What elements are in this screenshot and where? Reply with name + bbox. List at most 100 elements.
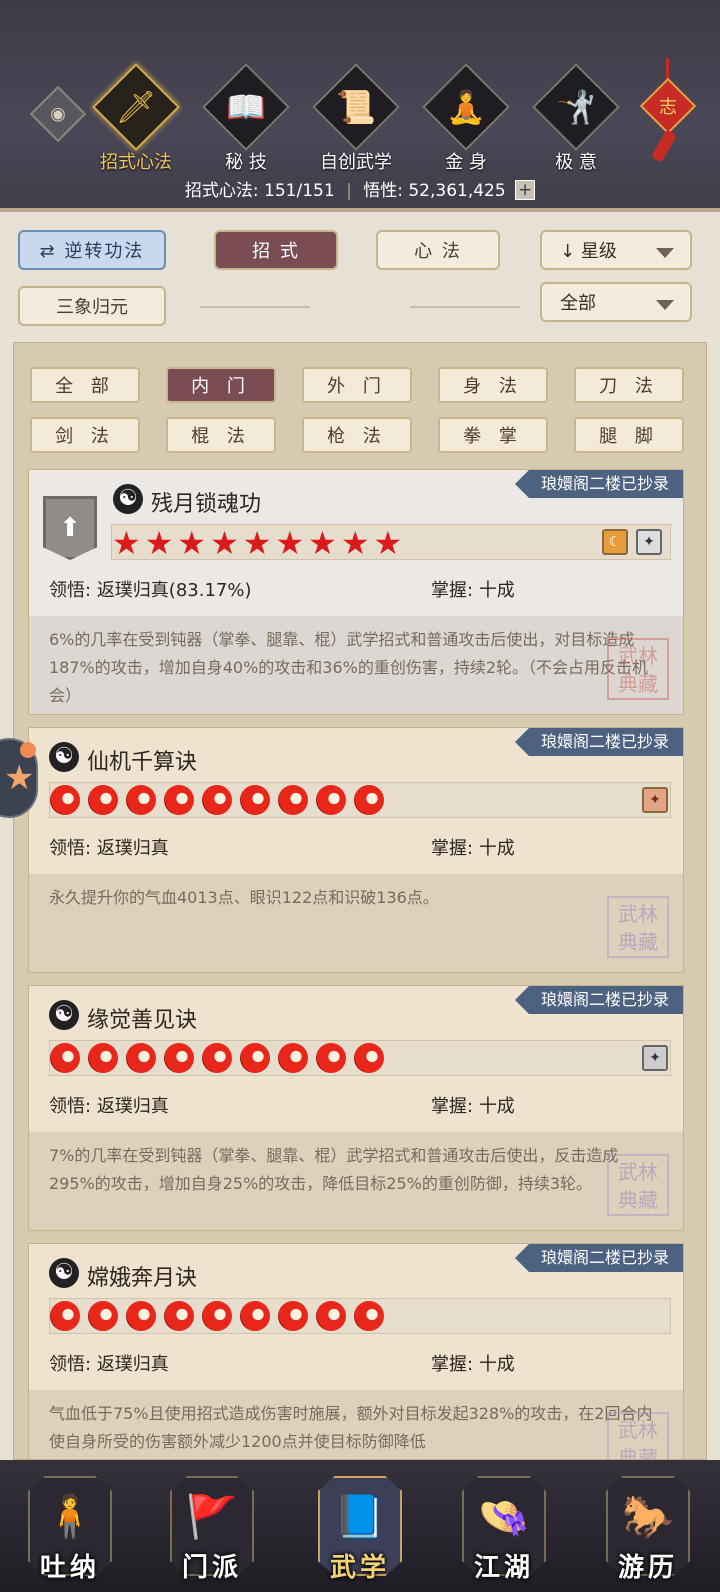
reverse-technique-button[interactable]: ⇄ 逆转功法 — [18, 230, 166, 270]
nav-martial-arts[interactable]: 📘 武学 — [310, 1466, 410, 1586]
flame-rating — [49, 1298, 671, 1334]
category-select[interactable]: 全部 — [540, 282, 692, 322]
filter-blade[interactable]: 刀 法 — [574, 367, 684, 403]
filter-sword[interactable]: 剑 法 — [30, 417, 140, 453]
nav-label: 门派 — [181, 1553, 242, 1583]
insight-value: 52,361,425 — [408, 181, 506, 201]
comprehension-label: 领悟: — [49, 1096, 92, 1117]
skill-card[interactable]: 琅嬛阁二楼已抄录 ☯ 仙机千算诀 ✦ 领悟: 返璞归真 掌握: 十成 永久提升你… — [28, 727, 684, 973]
moves-count-value: 151/151 — [264, 181, 335, 201]
filter-all[interactable]: 全 部 — [30, 367, 140, 403]
comprehension: 领悟: 返璞归真 — [49, 1092, 169, 1118]
charm-button[interactable]: 志 — [638, 58, 698, 168]
bottom-nav: 🧍 吐纳 🚩 门派 📘 武学 👒 江湖 🐎 游历 — [0, 1460, 720, 1592]
mastery-label: 掌握: — [431, 838, 474, 859]
nav-label: 江湖 — [473, 1553, 534, 1583]
mastery-value: 十成 — [478, 580, 515, 601]
collection-seal: 武林 典藏 — [607, 1412, 669, 1459]
comprehension-value: 返璞归真(83.17%) — [96, 580, 252, 601]
nav-jianghu[interactable]: 👒 江湖 — [454, 1466, 554, 1586]
charm-label: 志 — [659, 97, 677, 118]
star-rating: ★★★★★★★★★ ☾ ✦ — [111, 524, 671, 562]
tab-label: 极 意 — [555, 152, 597, 173]
nav-travel[interactable]: 🐎 游历 — [598, 1466, 698, 1586]
skill-description: 永久提升你的气血4013点、眼识122点和识破136点。 — [29, 874, 683, 972]
copied-ribbon: 琅嬛阁二楼已抄录 — [514, 1244, 683, 1272]
filter-inner[interactable]: 内 门 — [166, 367, 276, 403]
nav-label: 武学 — [329, 1553, 390, 1583]
copied-ribbon: 琅嬛阁二楼已抄录 — [514, 470, 683, 498]
martial-pose-icon: 🤺 — [556, 88, 596, 126]
skill-title: 嫦娥奔月诀 — [87, 1266, 198, 1291]
category-select-value: 全部 — [560, 293, 596, 314]
horse-icon: 🐎 — [621, 1492, 675, 1541]
visibility-toggle-button[interactable]: ◉ — [29, 85, 87, 143]
collection-seal: 武林 典藏 — [607, 638, 669, 700]
skill-description: 气血低于75%且使用招式造成伤害时施展，额外对目标发起328%的攻击，在2回合内… — [29, 1390, 683, 1459]
filter-leg[interactable]: 腿 脚 — [574, 417, 684, 453]
banner-icon: 🚩 — [185, 1492, 239, 1541]
tab-ultimate[interactable]: 🤺 极 意 — [526, 63, 626, 174]
nav-breathing[interactable]: 🧍 吐纳 — [20, 1466, 120, 1586]
insight-label: 悟性: — [363, 181, 403, 201]
comprehension-value: 返璞归真 — [96, 1354, 169, 1375]
star-icons: ★★★★★★★★★ — [112, 524, 407, 562]
flame-rating: ✦ — [49, 1040, 671, 1076]
sanxiang-button[interactable]: 三象归元 — [18, 286, 166, 326]
flame-rating: ✦ — [49, 782, 671, 818]
filter-outer[interactable]: 外 门 — [302, 367, 412, 403]
taiji-icon: ☯ — [49, 742, 79, 772]
divider — [200, 306, 310, 308]
taiji-icon: ☯ — [49, 1000, 79, 1030]
flame-icons — [50, 785, 392, 819]
taiji-icon: ☯ — [49, 1258, 79, 1288]
skill-list-panel[interactable]: 全 部 内 门 外 门 身 法 刀 法 剑 法 棍 法 枪 法 拳 掌 腿 脚 … — [13, 342, 707, 1460]
straw-hat-icon: 👒 — [477, 1492, 531, 1541]
sword-icon: 🗡 — [115, 88, 157, 126]
upgrade-badge-icon[interactable]: ⬆ — [43, 496, 97, 560]
meditation-icon: 🧘 — [446, 88, 486, 126]
notification-dot — [20, 742, 36, 758]
nav-sect[interactable]: 🚩 门派 — [162, 1466, 262, 1586]
beast-icon[interactable]: ✦ — [642, 1045, 668, 1071]
moves-toggle-button[interactable]: 招 式 — [214, 230, 338, 270]
tab-secret-skills[interactable]: 📖 秘 技 — [196, 63, 296, 174]
chevron-down-icon — [656, 300, 674, 310]
filter-staff[interactable]: 棍 法 — [166, 417, 276, 453]
swap-icon: ⇄ — [39, 241, 65, 262]
moves-count-label: 招式心法: — [184, 181, 259, 201]
manual-icon: 📘 — [333, 1492, 387, 1541]
filter-fist[interactable]: 拳 掌 — [438, 417, 548, 453]
skill-card[interactable]: 琅嬛阁二楼已抄录 ☯ 缘觉善见诀 ✦ 领悟: 返璞归真 掌握: 十成 7%的几率… — [28, 985, 684, 1231]
top-header: ◉ 🗡 招式心法 📖 秘 技 📜 自创武学 🧘 金 身 🤺 极 意 志 招式心法… — [0, 0, 720, 212]
crescent-icon[interactable]: ☾ — [602, 529, 628, 555]
flame-icons — [50, 1301, 392, 1335]
collection-seal: 武林 典藏 — [607, 896, 669, 958]
copied-ribbon: 琅嬛阁二楼已抄录 — [514, 728, 683, 756]
mastery-label: 掌握: — [431, 1354, 474, 1375]
tab-moves-mind[interactable]: 🗡 招式心法 — [86, 63, 186, 174]
tab-golden-body[interactable]: 🧘 金 身 — [416, 63, 516, 174]
nav-label: 吐纳 — [39, 1553, 100, 1583]
floating-event-button[interactable]: ★ — [0, 738, 38, 818]
add-insight-button[interactable]: + — [515, 180, 536, 200]
sort-select[interactable]: ↓ 星级 — [540, 230, 692, 270]
tab-self-created[interactable]: 📜 自创武学 — [306, 63, 406, 174]
beast-icon[interactable]: ✦ — [636, 529, 662, 555]
scroll-icon: 📜 — [336, 88, 376, 126]
mastery: 掌握: 十成 — [431, 834, 515, 860]
skill-card[interactable]: 琅嬛阁二楼已抄录 ⬆ ☯ 残月锁魂功 ★★★★★★★★★ ☾ ✦ 领悟: 返璞归… — [28, 469, 684, 715]
skill-card[interactable]: 琅嬛阁二楼已抄录 ☯ 嫦娥奔月诀 领悟: 返璞归真 掌握: 十成 气血低于75%… — [28, 1243, 684, 1459]
mind-toggle-button[interactable]: 心 法 — [376, 230, 500, 270]
filter-spear[interactable]: 枪 法 — [302, 417, 412, 453]
filter-movement[interactable]: 身 法 — [438, 367, 548, 403]
mastery-value: 十成 — [478, 1096, 515, 1117]
collection-seal: 武林 典藏 — [607, 1154, 669, 1216]
toolbar: ⇄ 逆转功法 招 式 心 法 ↓ 星级 三象归元 全部 — [0, 212, 720, 337]
tab-label: 金 身 — [445, 152, 487, 173]
mastery-value: 十成 — [478, 838, 515, 859]
figure-icon: 🧍 — [43, 1492, 97, 1541]
beast-icon[interactable]: ✦ — [642, 787, 668, 813]
eye-icon: ◉ — [50, 103, 66, 125]
mastery: 掌握: 十成 — [431, 1350, 515, 1376]
